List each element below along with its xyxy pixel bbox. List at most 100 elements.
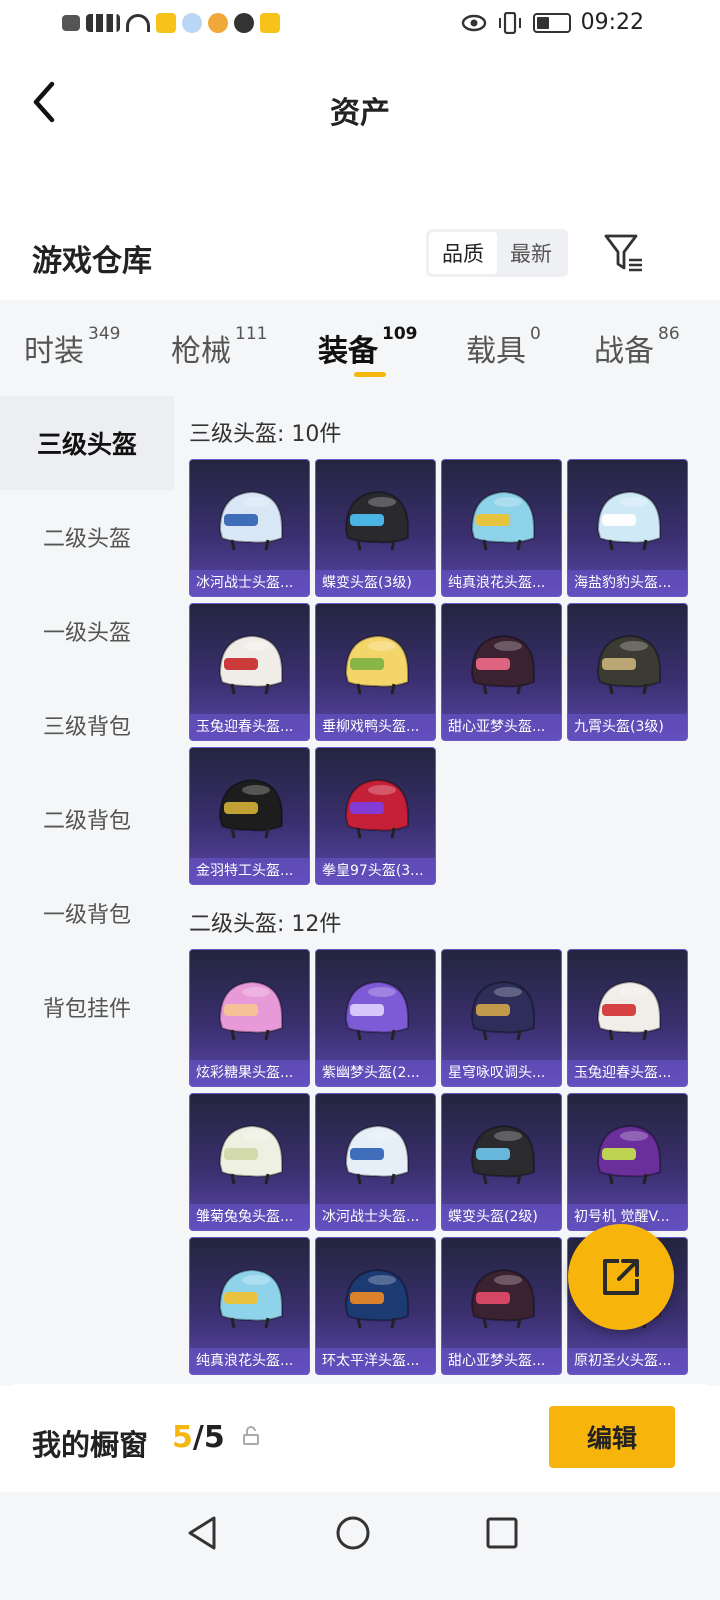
tab-label: 枪械 bbox=[171, 334, 231, 369]
item-card[interactable]: 垂柳戏鸭头盔... bbox=[315, 603, 436, 741]
battery-icon bbox=[532, 12, 571, 33]
wifi-icon bbox=[126, 14, 150, 32]
item-card[interactable]: 甜心亚梦头盔... bbox=[441, 603, 562, 741]
app-qq-icon bbox=[182, 13, 202, 33]
item-card-label: 冰河战士头盔... bbox=[190, 570, 309, 596]
tab-count: 349 bbox=[88, 324, 121, 344]
share-export-icon bbox=[603, 1259, 639, 1295]
helmet-icon bbox=[218, 634, 283, 695]
helmet-icon bbox=[596, 634, 661, 695]
sidebar-item-level1-helmet[interactable]: 一级头盔 bbox=[0, 584, 174, 678]
tab-active-indicator bbox=[354, 372, 386, 377]
item-card-label: 环太平洋头盔... bbox=[316, 1348, 435, 1374]
sidebar-item-level3-helmet[interactable]: 三级头盔 bbox=[0, 396, 174, 490]
item-card[interactable]: 环太平洋头盔... bbox=[315, 1237, 436, 1375]
helmet-icon bbox=[344, 1268, 409, 1329]
nav-home-icon[interactable] bbox=[334, 1514, 372, 1552]
sidebar-item-level1-backpack[interactable]: 一级背包 bbox=[0, 866, 174, 960]
item-card-label: 垂柳戏鸭头盔... bbox=[316, 714, 435, 740]
showcase-bar: 我的橱窗 5/5 编辑 bbox=[0, 1384, 720, 1492]
item-card[interactable]: 九霄头盔(3级) bbox=[567, 603, 688, 741]
item-card-label: 蝶变头盔(2级) bbox=[442, 1204, 561, 1230]
app-7-icon bbox=[260, 13, 280, 33]
tab-supplies[interactable]: 战备 86 bbox=[594, 324, 680, 370]
tab-equipment[interactable]: 装备 109 bbox=[318, 324, 418, 370]
helmet-icon bbox=[344, 778, 409, 839]
sidebar: 三级头盔 二级头盔 一级头盔 三级背包 二级背包 一级背包 背包挂件 bbox=[0, 396, 174, 1386]
helmet-icon bbox=[344, 634, 409, 695]
lock-icon bbox=[243, 1426, 259, 1445]
signal-5g-icon bbox=[86, 14, 120, 32]
helmet-icon bbox=[596, 1124, 661, 1185]
status-right: 09:22 bbox=[461, 10, 644, 35]
item-card-label: 原初圣火头盔... bbox=[568, 1348, 687, 1374]
helmet-icon bbox=[470, 490, 535, 551]
item-card-label: 炫彩糖果头盔... bbox=[190, 1060, 309, 1086]
helmet-icon bbox=[344, 1124, 409, 1185]
section-title-level2-helmet: 二级头盔: 12件 bbox=[189, 912, 342, 937]
sort-toggle: 品质 最新 bbox=[426, 229, 568, 277]
helmet-icon bbox=[218, 490, 283, 551]
system-nav-bar bbox=[0, 1492, 720, 1600]
item-card[interactable]: 甜心亚梦头盔... bbox=[441, 1237, 562, 1375]
filter-icon bbox=[604, 234, 642, 272]
helmet-icon bbox=[596, 980, 661, 1041]
item-card-label: 雏菊兔兔头盔... bbox=[190, 1204, 309, 1230]
share-button[interactable] bbox=[568, 1224, 674, 1330]
tab-count: 109 bbox=[382, 324, 418, 344]
item-card[interactable]: 纯真浪花头盔... bbox=[441, 459, 562, 597]
app-7-icon bbox=[156, 13, 176, 33]
tab-guns[interactable]: 枪械 111 bbox=[171, 324, 267, 370]
status-bar: 09:22 bbox=[0, 0, 720, 50]
item-card-label: 玉兔迎春头盔... bbox=[568, 1060, 687, 1086]
sidebar-item-backpack-charm[interactable]: 背包挂件 bbox=[0, 960, 174, 1054]
item-card[interactable]: 蝶变头盔(3级) bbox=[315, 459, 436, 597]
showcase-separator: / bbox=[192, 1420, 204, 1455]
showcase-count: 5/5 bbox=[172, 1420, 225, 1455]
item-card-label: 星穹咏叹调头... bbox=[442, 1060, 561, 1086]
helmet-icon bbox=[218, 1268, 283, 1329]
item-card[interactable]: 蝶变头盔(2级) bbox=[441, 1093, 562, 1231]
sort-quality-option[interactable]: 品质 bbox=[429, 232, 497, 274]
item-card[interactable]: 玉兔迎春头盔... bbox=[567, 949, 688, 1087]
item-card[interactable]: 玉兔迎春头盔... bbox=[189, 603, 310, 741]
item-card-label: 蝶变头盔(3级) bbox=[316, 570, 435, 596]
item-card-label: 金羽特工头盔... bbox=[190, 858, 309, 884]
item-card[interactable]: 拳皇97头盔(3... bbox=[315, 747, 436, 885]
showcase-label: 我的橱窗 bbox=[32, 1428, 149, 1462]
showcase-current: 5 bbox=[172, 1420, 193, 1455]
item-card[interactable]: 星穹咏叹调头... bbox=[441, 949, 562, 1087]
item-card[interactable]: 紫幽梦头盔(2... bbox=[315, 949, 436, 1087]
item-card[interactable]: 雏菊兔兔头盔... bbox=[189, 1093, 310, 1231]
item-card-label: 紫幽梦头盔(2... bbox=[316, 1060, 435, 1086]
helmet-icon bbox=[470, 980, 535, 1041]
app-pinwheel-icon bbox=[208, 13, 228, 33]
item-card-label: 玉兔迎春头盔... bbox=[190, 714, 309, 740]
item-card-label: 拳皇97头盔(3... bbox=[316, 858, 435, 884]
item-card[interactable]: 海盐豹豹头盔... bbox=[567, 459, 688, 597]
item-card[interactable]: 冰河战士头盔... bbox=[315, 1093, 436, 1231]
tab-label: 时装 bbox=[24, 334, 84, 369]
tab-vehicles[interactable]: 载具 0 bbox=[466, 324, 541, 370]
edit-button[interactable]: 编辑 bbox=[549, 1406, 675, 1468]
item-card[interactable]: 初号机 觉醒V... bbox=[567, 1093, 688, 1231]
sidebar-item-level3-backpack[interactable]: 三级背包 bbox=[0, 678, 174, 772]
helmet-icon bbox=[344, 490, 409, 551]
app-header: 资产 bbox=[0, 60, 720, 150]
helmet-icon bbox=[596, 490, 661, 551]
filter-button[interactable] bbox=[602, 232, 646, 274]
nav-recents-icon[interactable] bbox=[484, 1514, 520, 1552]
sort-newest-option[interactable]: 最新 bbox=[497, 232, 565, 274]
item-card[interactable]: 纯真浪花头盔... bbox=[189, 1237, 310, 1375]
helmet-icon bbox=[218, 980, 283, 1041]
nav-back-icon[interactable] bbox=[184, 1514, 220, 1552]
item-card[interactable]: 金羽特工头盔... bbox=[189, 747, 310, 885]
tab-fashion[interactable]: 时装 349 bbox=[24, 324, 121, 370]
page-title: 资产 bbox=[330, 96, 390, 131]
item-card[interactable]: 炫彩糖果头盔... bbox=[189, 949, 310, 1087]
status-icons bbox=[62, 13, 280, 33]
item-card[interactable]: 冰河战士头盔... bbox=[189, 459, 310, 597]
status-time: 09:22 bbox=[580, 10, 644, 35]
sidebar-item-level2-helmet[interactable]: 二级头盔 bbox=[0, 490, 174, 584]
sidebar-item-level2-backpack[interactable]: 二级背包 bbox=[0, 772, 174, 866]
